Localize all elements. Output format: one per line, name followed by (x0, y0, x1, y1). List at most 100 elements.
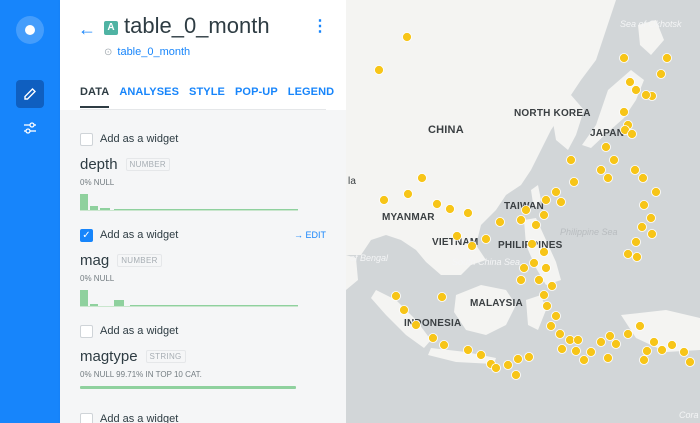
tab-style[interactable]: STYLE (189, 86, 225, 108)
earthquake-point[interactable] (495, 217, 505, 227)
earthquake-point[interactable] (546, 321, 556, 331)
earthquake-point[interactable] (524, 352, 534, 362)
earthquake-point[interactable] (445, 204, 455, 214)
earthquake-point[interactable] (569, 177, 579, 187)
tab-pop-up[interactable]: POP-UP (235, 86, 278, 108)
earthquake-point[interactable] (637, 222, 647, 232)
layer-title[interactable]: table_0_month (124, 13, 270, 39)
source-link[interactable]: ⊙ table_0_month (104, 46, 190, 58)
widget-toggle-magtype[interactable]: Add as a widget (80, 322, 326, 340)
earthquake-point[interactable] (516, 275, 526, 285)
earthquake-point[interactable] (476, 350, 486, 360)
earthquake-point[interactable] (529, 258, 539, 268)
earthquake-point[interactable] (531, 220, 541, 230)
widget-toggle-depth[interactable]: Add as a widget (80, 130, 326, 148)
earthquake-point[interactable] (491, 363, 501, 373)
earthquake-point[interactable] (391, 291, 401, 301)
earthquake-point[interactable] (596, 337, 606, 347)
earthquake-point[interactable] (603, 353, 613, 363)
earthquake-point[interactable] (623, 249, 633, 259)
earthquake-point[interactable] (527, 239, 537, 249)
earthquake-point[interactable] (631, 237, 641, 247)
tab-legend[interactable]: LEGEND (288, 86, 334, 108)
earthquake-point[interactable] (603, 173, 613, 183)
map-view[interactable]: Sea of Okhotsk NORTH KOREA JAPAN CHINA M… (346, 0, 700, 423)
earthquake-point[interactable] (596, 165, 606, 175)
earthquake-point[interactable] (439, 340, 449, 350)
earthquake-point[interactable] (630, 165, 640, 175)
earthquake-point[interactable] (638, 173, 648, 183)
widget-checkbox[interactable] (80, 132, 93, 146)
earthquake-point[interactable] (556, 197, 566, 207)
earthquake-point[interactable] (635, 321, 645, 331)
pencil-icon[interactable] (16, 80, 44, 108)
earthquake-point[interactable] (679, 347, 689, 357)
earthquake-point[interactable] (662, 53, 672, 63)
earthquake-point[interactable] (542, 301, 552, 311)
earthquake-point[interactable] (579, 355, 589, 365)
sliders-icon[interactable] (16, 114, 44, 142)
earthquake-point[interactable] (651, 187, 661, 197)
earthquake-point[interactable] (557, 344, 567, 354)
earthquake-point[interactable] (642, 346, 652, 356)
earthquake-point[interactable] (573, 335, 583, 345)
earthquake-point[interactable] (452, 231, 462, 241)
earthquake-point[interactable] (566, 155, 576, 165)
more-options-icon[interactable]: ⋮ (312, 16, 328, 36)
earthquake-point[interactable] (649, 337, 659, 347)
earthquake-point[interactable] (627, 129, 637, 139)
earthquake-point[interactable] (609, 155, 619, 165)
earthquake-point[interactable] (539, 290, 549, 300)
earthquake-point[interactable] (547, 281, 557, 291)
earthquake-point[interactable] (511, 370, 521, 380)
earthquake-point[interactable] (601, 142, 611, 152)
earthquake-point[interactable] (513, 354, 523, 364)
earthquake-point[interactable] (519, 263, 529, 273)
earthquake-point[interactable] (402, 32, 412, 42)
earthquake-point[interactable] (428, 333, 438, 343)
earthquake-point[interactable] (437, 292, 447, 302)
earthquake-point[interactable] (399, 305, 409, 315)
earthquake-point[interactable] (657, 345, 667, 355)
earthquake-point[interactable] (646, 213, 656, 223)
earthquake-point[interactable] (656, 69, 666, 79)
earthquake-point[interactable] (619, 53, 629, 63)
earthquake-point[interactable] (481, 234, 491, 244)
logo-icon[interactable] (16, 16, 44, 44)
earthquake-point[interactable] (586, 347, 596, 357)
edit-widget-link[interactable]: → EDIT (294, 230, 326, 240)
earthquake-point[interactable] (463, 208, 473, 218)
widget-checkbox[interactable] (80, 412, 93, 423)
earthquake-point[interactable] (411, 320, 421, 330)
earthquake-point[interactable] (432, 199, 442, 209)
tab-data[interactable]: DATA (80, 86, 110, 108)
earthquake-point[interactable] (541, 263, 551, 273)
widget-toggle-next[interactable]: Add as a widget (80, 410, 326, 423)
widget-toggle-mag[interactable]: ✓ Add as a widget → EDIT (80, 226, 326, 244)
earthquake-point[interactable] (623, 329, 633, 339)
check-icon[interactable]: ✓ (80, 228, 93, 242)
earthquake-point[interactable] (417, 173, 427, 183)
earthquake-point[interactable] (551, 187, 561, 197)
earthquake-point[interactable] (521, 205, 531, 215)
earthquake-point[interactable] (534, 275, 544, 285)
earthquake-point[interactable] (463, 345, 473, 355)
earthquake-point[interactable] (467, 241, 477, 251)
earthquake-point[interactable] (667, 340, 677, 350)
earthquake-point[interactable] (632, 252, 642, 262)
earthquake-point[interactable] (685, 357, 695, 367)
earthquake-point[interactable] (605, 331, 615, 341)
earthquake-point[interactable] (647, 229, 657, 239)
widget-checkbox[interactable] (80, 324, 93, 338)
earthquake-point[interactable] (516, 215, 526, 225)
earthquake-point[interactable] (374, 65, 384, 75)
earthquake-point[interactable] (639, 355, 649, 365)
earthquake-point[interactable] (503, 360, 513, 370)
tab-analyses[interactable]: ANALYSES (119, 86, 179, 108)
earthquake-point[interactable] (539, 247, 549, 257)
earthquake-point[interactable] (541, 195, 551, 205)
earthquake-point[interactable] (571, 346, 581, 356)
earthquake-point[interactable] (625, 77, 635, 87)
earthquake-point[interactable] (379, 195, 389, 205)
earthquake-point[interactable] (619, 107, 629, 117)
